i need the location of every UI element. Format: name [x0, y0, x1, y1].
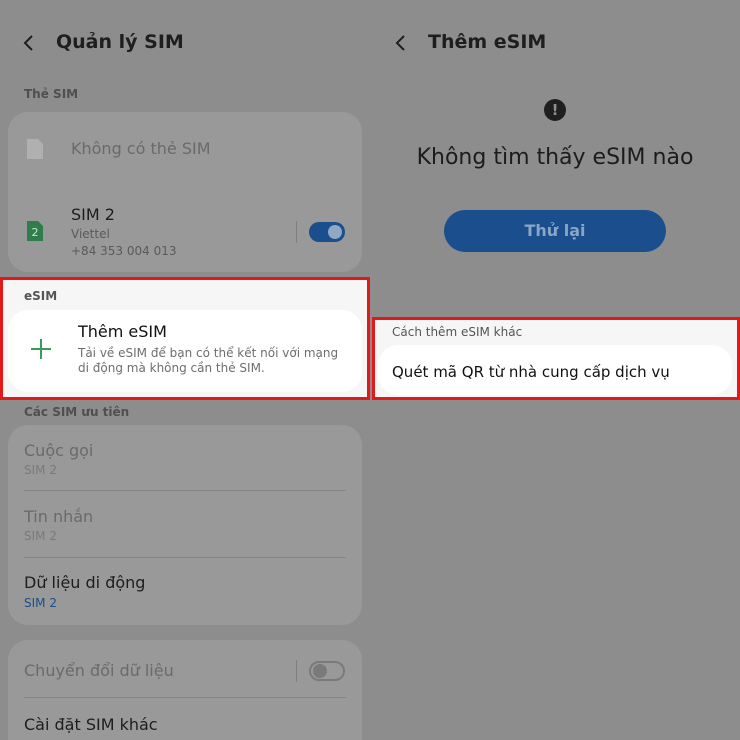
sim-manager-screen: Quản lý SIM Thẻ SIM Không có thẻ SIM 2 S… — [0, 0, 370, 740]
header: Quản lý SIM — [22, 28, 184, 56]
sim-badge-number: 2 — [32, 226, 39, 239]
back-arrow-icon[interactable] — [394, 35, 408, 51]
no-sim-label: Không có thẻ SIM — [71, 139, 211, 158]
page-title: Quản lý SIM — [56, 31, 184, 53]
row-separator — [296, 660, 297, 682]
sim2-toggle[interactable] — [309, 222, 345, 242]
esim-highlight-frame — [0, 277, 370, 400]
section-label-sim-cards: Thẻ SIM — [24, 87, 79, 101]
page-title: Thêm eSIM — [428, 31, 547, 53]
sim-card-2-icon: 2 — [27, 221, 43, 241]
data-switch-toggle[interactable] — [309, 661, 345, 681]
sim2-name: SIM 2 — [71, 205, 115, 224]
sim2-number: +84 353 004 013 — [71, 244, 177, 258]
sim-cards-card — [8, 112, 362, 272]
back-arrow-icon[interactable] — [22, 35, 36, 51]
header: Thêm eSIM — [394, 28, 546, 56]
row-separator — [296, 221, 297, 243]
section-label-preferred: Các SIM ưu tiên — [24, 405, 130, 419]
divider — [24, 490, 346, 491]
toggle-knob — [313, 664, 327, 678]
messages-value: SIM 2 — [24, 529, 57, 543]
warning-icon: ! — [544, 99, 566, 121]
calls-value: SIM 2 — [24, 463, 57, 477]
sim-card-empty-icon — [27, 139, 43, 159]
add-esim-screen: Thêm eSIM ! Không tìm thấy eSIM nào Thử … — [370, 0, 740, 740]
data-switch-label: Chuyển đổi dữ liệu — [24, 661, 174, 680]
divider — [24, 557, 346, 558]
mobile-data-value: SIM 2 — [24, 596, 57, 610]
mobile-data-title: Dữ liệu di động — [24, 573, 146, 592]
retry-button[interactable]: Thử lại — [444, 210, 666, 252]
other-sim-settings-label[interactable]: Cài đặt SIM khác — [24, 715, 158, 734]
divider — [24, 697, 346, 698]
sim2-carrier: Viettel — [71, 227, 110, 241]
calls-title: Cuộc gọi — [24, 441, 94, 460]
other-ways-highlight-frame — [372, 317, 740, 400]
toggle-knob — [328, 225, 342, 239]
messages-title: Tin nhắn — [24, 507, 94, 526]
no-esim-found-message: Không tìm thấy eSIM nào — [416, 145, 694, 170]
